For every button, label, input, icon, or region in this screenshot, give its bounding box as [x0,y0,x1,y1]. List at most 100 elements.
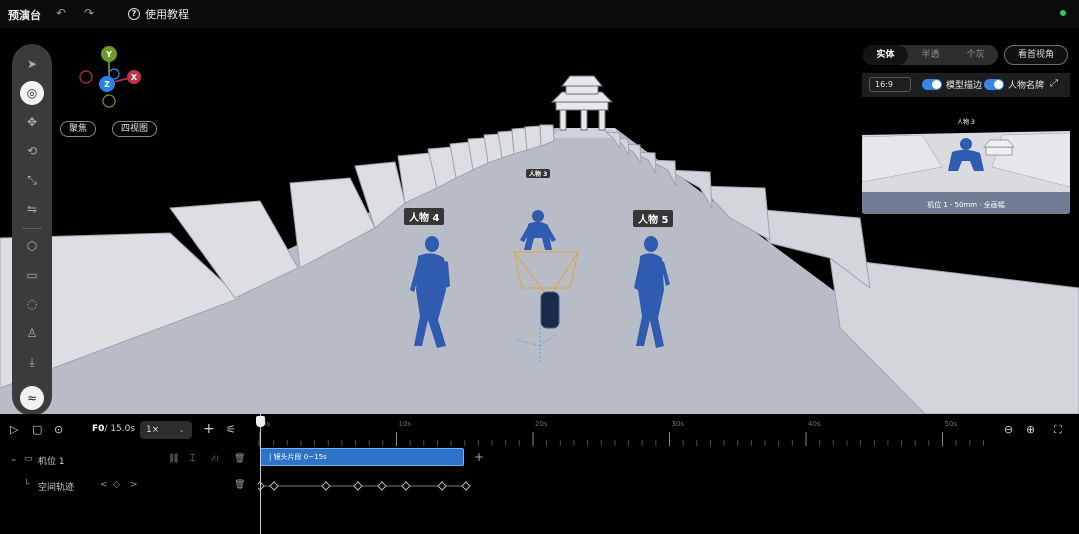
keyframe [401,481,411,491]
orbit-camera-icon[interactable]: ◎ [20,81,44,105]
expand-icon[interactable]: ⤢ [1050,78,1058,89]
character-icon[interactable]: ♙ [20,321,44,345]
left-toolbar: ➤ ◎ ✥ ⟲ ⤡ ⇋ ⬡ ▭ ◌ ♙ ⤓ ≈ [12,44,52,416]
keyframe [269,481,279,491]
chevron-down-icon: ⌄ [178,425,185,434]
camera-clip[interactable]: | 镜头片段 0~15s [260,448,464,466]
keyframe-track[interactable] [258,478,478,494]
mode-gray[interactable]: 个灰 [953,45,998,65]
next-keyframe-icon[interactable]: > [130,480,138,490]
play-icon[interactable]: ▷ [10,423,18,436]
camera-preview-render: 人物 3 机位 1 · 50mm · 全画幅 [862,97,1070,214]
outline-toggle[interactable] [922,79,942,90]
focus-button[interactable]: 聚焦 [60,121,97,137]
track-name-camera: 机位 1 [38,457,65,467]
track-name-path: 空间轨迹 [38,483,75,493]
mode-solid[interactable]: 实体 [863,45,908,65]
undo-icon[interactable]: ↶ [56,6,66,20]
redo-icon[interactable]: ↷ [84,6,94,20]
fullscreen-icon[interactable]: ⛶ [1054,423,1062,437]
track-space-path[interactable]: └ 空间轨迹 < ◇ > 🗑 [0,476,1079,498]
mode-translucent[interactable]: 半透 [908,45,953,65]
keyframe [258,481,265,491]
import-icon[interactable]: ⤓ [20,350,44,374]
prev-keyframe-icon[interactable]: < [100,480,108,490]
speed-value: 1× [146,425,160,435]
timeline-panel: ▷ ▢ ⊙ F0/ 15.0s 1× ⌄ + ⚟ 0s 10s 20s 30s 40s 50… [0,414,1079,534]
add-keyframe-icon[interactable]: ◇ [113,480,120,490]
total-duration: / 15.0s [104,424,136,434]
app-title: 预演台 [8,9,41,22]
camera-preview-panel: 16:9 模型描边 人物名牌 ⤢ 人物 3 机位 1 · 50mm · 全画幅 [862,73,1070,214]
camera-body [540,291,560,329]
delete-icon[interactable]: 🗑 [234,454,245,464]
toolbar-divider [22,228,42,229]
keyframe [353,481,363,491]
settings-icon[interactable]: ≈ [20,386,44,410]
keyframe [437,481,447,491]
label-character-3: 人物 3 [526,169,551,178]
expand-track-icon[interactable]: ⌄ [10,454,18,464]
tutorial-label: 使用教程 [145,8,189,21]
y-axis-label: Y [105,50,112,59]
light-icon[interactable]: ◌ [20,292,44,316]
speed-select[interactable]: 1× ⌄ [140,421,192,439]
render-mode-toggle: 实体 半透 个灰 [863,45,998,65]
tutorial-link[interactable]: ? 使用教程 [128,6,189,22]
cube-icon[interactable]: ⬡ [20,234,44,258]
split-icon[interactable]: ⛙ [212,454,218,465]
nameplate-toggle-label: 人物名牌 [1008,81,1045,91]
axis-gizmo[interactable]: Y X Z [76,44,146,110]
z-axis-label: Z [104,80,110,89]
ruler-tick-label: 40s [808,420,821,428]
quad-view-button[interactable]: 四视图 [112,121,158,137]
filter-icon[interactable]: ⚟ [226,423,236,436]
view-select[interactable]: 看首视角 [1004,45,1068,65]
current-frame: F0 [92,424,105,434]
stop-icon[interactable]: ▢ [32,423,42,436]
rotate-icon[interactable]: ⟲ [20,139,44,163]
playhead-line [260,414,261,534]
preview-footer: 机位 1 · 50mm · 全画幅 [927,201,1005,209]
keyframe [461,481,471,491]
help-icon: ? [128,8,140,20]
tree-branch-icon: └ [24,480,30,490]
move-icon[interactable]: ✥ [20,110,44,134]
x-neg-handle [79,70,93,84]
link-icon[interactable]: ⛓ [168,454,179,464]
zoom-out-icon[interactable]: ⊖ [1004,423,1013,436]
camera-track-icon: ▭ [24,454,33,464]
label-character-5: 人物 5 [633,210,674,227]
preview-character-label: 人物 3 [957,119,975,126]
playhead-handle[interactable] [256,416,265,427]
ruler-tick-label: 10s [399,420,412,428]
camera-preview-header: 16:9 模型描边 人物名牌 ⤢ [862,73,1070,97]
aspect-select[interactable]: 16:9 [869,77,911,92]
select-arrow-icon[interactable]: ➤ [20,52,44,76]
align-icon[interactable]: ⌶ [190,454,195,464]
outline-toggle-label: 模型描边 [946,81,983,91]
scale-icon[interactable]: ⤡ [20,168,44,192]
add-clip-icon[interactable]: + [474,450,484,464]
delete-keyframe-icon[interactable]: 🗑 [234,480,245,490]
frame-readout: F0/ 15.0s [92,424,135,434]
keyframe [377,481,387,491]
status-indicator [1060,10,1066,16]
ruler-tick-label: 20s [535,420,548,428]
y-neg-handle [102,94,116,108]
keyframe [321,481,331,491]
ruler-tick-label: 30s [672,420,685,428]
zoom-in-icon[interactable]: ⊕ [1026,423,1035,436]
x-axis-label: X [131,73,138,82]
add-icon[interactable]: + [203,421,215,437]
track-camera-1[interactable]: ⌄ ▭ 机位 1 ⛓ ⌶ ⛙ 🗑 [0,450,1079,472]
temple [550,75,614,131]
keyframe-icon[interactable]: ⊙ [54,423,63,436]
camera-icon[interactable]: ▭ [20,263,44,287]
nameplate-toggle[interactable] [984,79,1004,90]
label-character-4: 人物 4 [404,208,445,225]
top-bar: 预演台 ↶ ↷ ? 使用教程 [0,0,1079,28]
camera-preview-image [862,131,1070,214]
mirror-icon[interactable]: ⇋ [20,197,44,221]
ruler-tick-label: 50s [945,420,958,428]
